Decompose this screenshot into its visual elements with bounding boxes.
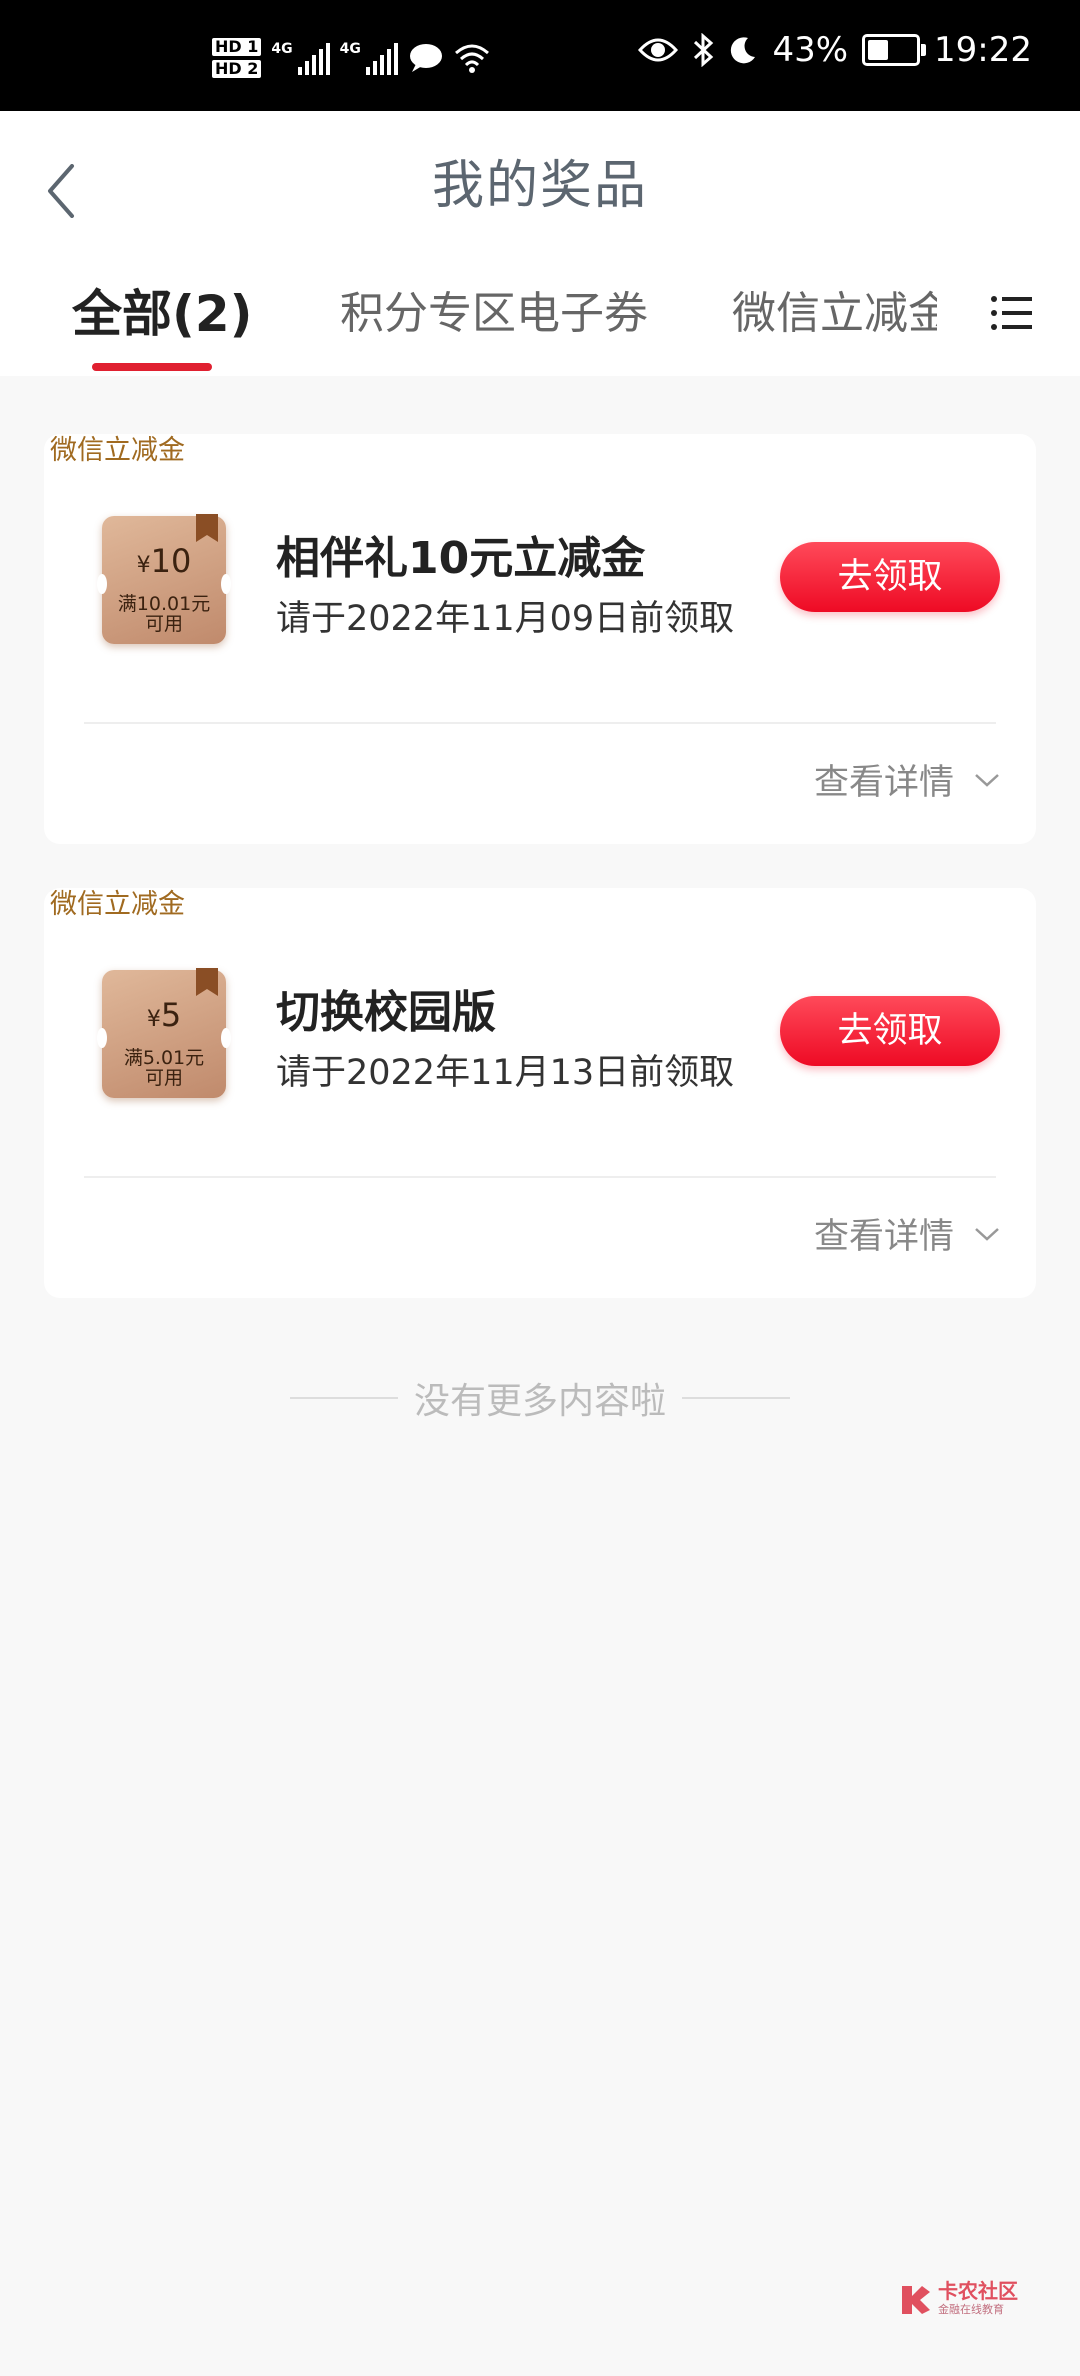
- bluetooth-icon: [694, 33, 714, 67]
- divider: [84, 722, 996, 724]
- coupon-thumbnail: ¥10 满10.01元 可用: [97, 514, 231, 644]
- coupon-amount: ¥10: [136, 542, 192, 580]
- claim-button[interactable]: 去领取: [780, 996, 1000, 1066]
- clock: 19:22: [934, 30, 1032, 70]
- watermark: 卡农社区 金融在线教育: [898, 2280, 1018, 2318]
- sim1-label: HD 1: [212, 38, 262, 56]
- prize-deadline: 请于2022年11月09日前领取: [276, 599, 735, 639]
- chevron-down-icon: [975, 773, 999, 787]
- view-details-link[interactable]: 查看详情: [814, 754, 1000, 805]
- prize-tag: 微信立减金: [50, 889, 185, 920]
- prize-deadline: 请于2022年11月13日前领取: [276, 1053, 735, 1093]
- network-type-1: 4G: [271, 41, 293, 57]
- chevron-down-icon: [975, 1227, 999, 1241]
- wifi-icon: [454, 44, 489, 73]
- view-details-label: 查看详情: [813, 763, 954, 803]
- divider: [84, 1176, 996, 1178]
- watermark-name: 卡农社区: [938, 2279, 1018, 2303]
- signal-icon-2: 4G: [340, 41, 398, 75]
- coupon-amount: ¥5: [146, 996, 182, 1034]
- view-details-link[interactable]: 查看详情: [814, 1208, 1000, 1259]
- tab-bar: 全部(2) 积分专区电子券 微信立减金(: [0, 269, 1080, 371]
- kanong-logo-icon: [902, 2286, 930, 2314]
- watermark-subtitle: 金融在线教育: [938, 2303, 1004, 2316]
- signal-icon: 4G: [271, 41, 330, 75]
- tab-points-coupons[interactable]: 积分专区电子券: [340, 269, 648, 359]
- coupon-thumbnail: ¥5 满5.01元 可用: [97, 968, 231, 1098]
- moon-icon: [731, 37, 756, 64]
- list-icon: [991, 296, 1032, 330]
- sim-indicator: HD 1 HD 2: [212, 38, 262, 78]
- prize-name: 相伴礼10元立减金: [276, 533, 646, 584]
- prize-tag: 微信立减金: [50, 435, 185, 466]
- coupon-condition: 满10.01元 可用: [117, 593, 211, 635]
- coupon-condition: 满5.01元 可用: [123, 1047, 205, 1089]
- view-details-label: 查看详情: [813, 1217, 954, 1257]
- tab-wechat-discount[interactable]: 微信立减金(: [732, 269, 937, 359]
- battery-icon: [862, 34, 927, 66]
- bookmark-icon: [196, 968, 218, 996]
- divider: [682, 1397, 790, 1399]
- active-tab-indicator: [92, 363, 212, 371]
- bookmark-icon: [196, 514, 218, 542]
- prize-card: 微信立减金 ¥5 满5.01元 可用 切换校园版 请于2022年11月13日前领…: [44, 888, 1036, 1298]
- message-icon: [409, 44, 442, 72]
- prize-card: 微信立减金 ¥10 满10.01元 可用 相伴礼10元立减金 请于2022年11…: [44, 434, 1036, 844]
- sim2-label: HD 2: [212, 60, 262, 78]
- network-type-2: 4G: [339, 41, 361, 57]
- end-of-list: 没有更多内容啦: [0, 1372, 1080, 1424]
- battery-percent: 43%: [772, 30, 849, 70]
- page-title: 我的奖品: [431, 156, 648, 216]
- page-header: 我的奖品 全部(2) 积分专区电子券 微信立减金(: [0, 111, 1080, 376]
- prize-name: 切换校园版: [276, 987, 496, 1038]
- eye-icon: [638, 38, 679, 62]
- status-bar: HD 1 HD 2 4G 4G 43% 19:22: [0, 0, 1080, 111]
- tab-menu-button[interactable]: [990, 291, 1034, 335]
- tab-all[interactable]: 全部(2): [72, 269, 253, 359]
- claim-button[interactable]: 去领取: [780, 542, 1000, 612]
- divider: [289, 1397, 398, 1399]
- no-more-text: 没有更多内容啦: [413, 1381, 666, 1422]
